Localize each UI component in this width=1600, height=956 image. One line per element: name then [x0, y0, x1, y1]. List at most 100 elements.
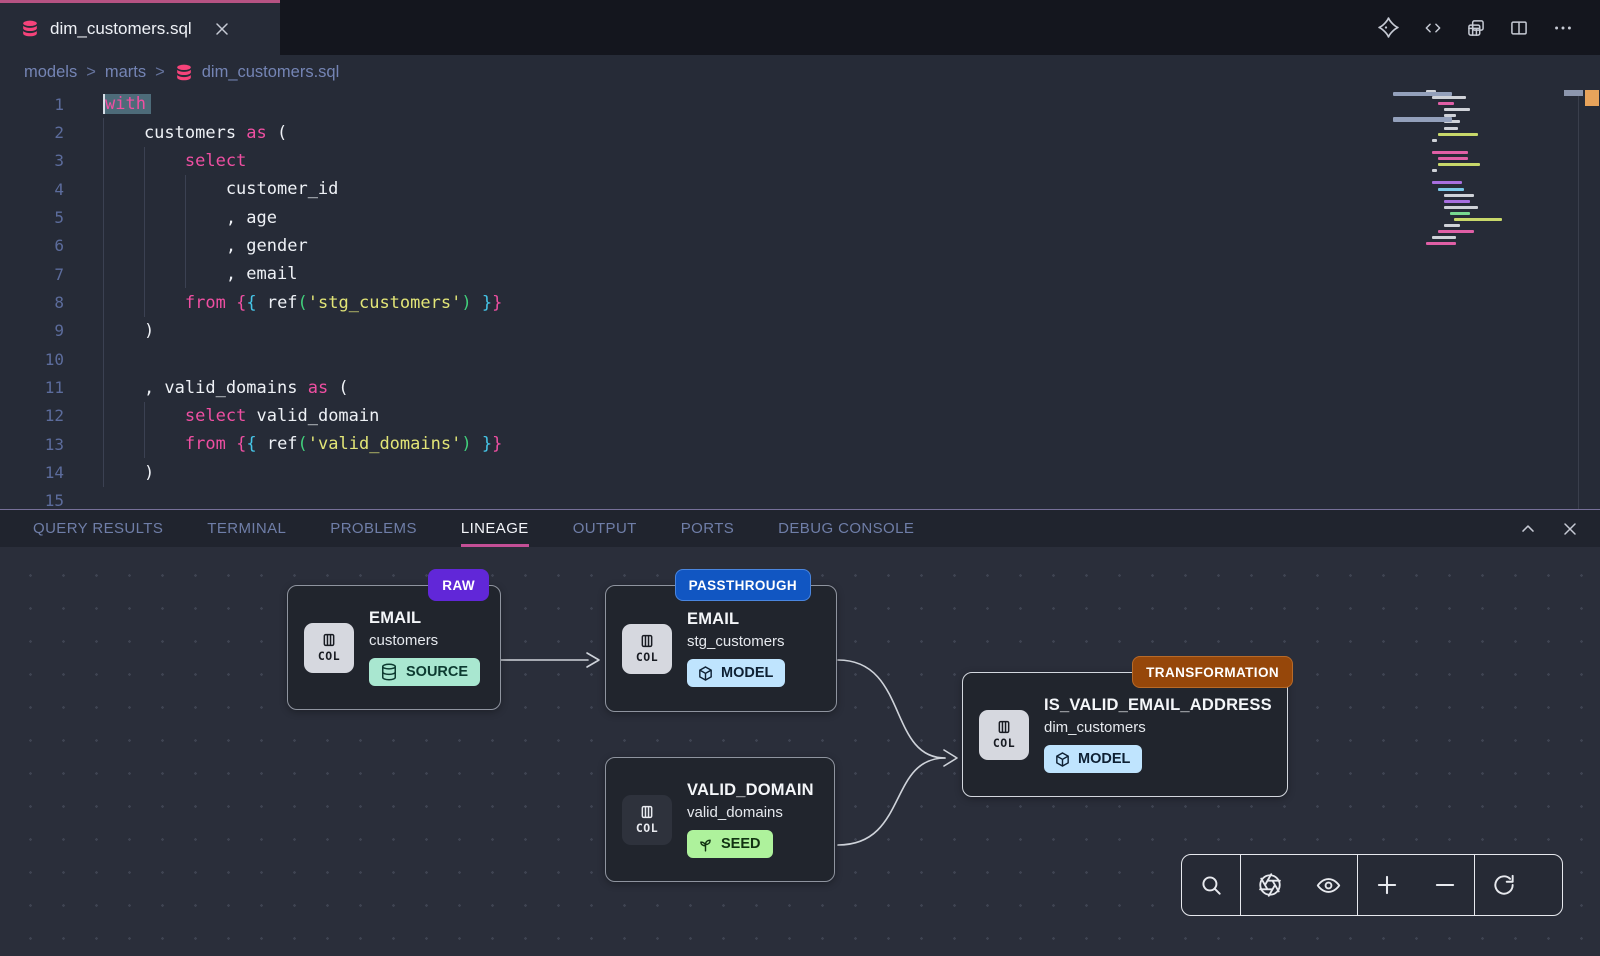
minimap-line	[1426, 242, 1456, 245]
breadcrumb-item-models[interactable]: models	[24, 63, 77, 82]
code-token: }	[492, 293, 502, 313]
code-line-1[interactable]: 1with	[0, 90, 1600, 118]
lineage-node-valid_domains[interactable]: COLVALID_DOMAINvalid_domainsSEED	[605, 757, 835, 882]
lineage-node-stg_customers[interactable]: PASSTHROUGHCOLEMAILstg_customersMODEL	[605, 585, 837, 712]
zoom-out-button[interactable]	[1416, 856, 1474, 915]
indent-guide	[144, 147, 145, 175]
minimap-line	[1444, 224, 1460, 227]
code-line-2[interactable]: 2 customers as (	[0, 118, 1600, 146]
panel-tab-lineage[interactable]: LINEAGE	[461, 510, 529, 547]
search-icon	[1198, 872, 1224, 898]
code-line-8[interactable]: 8 from {{ ref('stg_customers') }}	[0, 288, 1600, 316]
refresh-icon	[1491, 872, 1517, 898]
code-token: (	[267, 123, 287, 143]
code-line-10[interactable]: 10	[0, 345, 1600, 373]
lineage-canvas[interactable]: RAWCOLEMAILcustomersSOURCEPASSTHROUGHCOL…	[0, 547, 1600, 956]
panel-tab-debug-console[interactable]: DEBUG CONSOLE	[778, 510, 914, 547]
panel-tab-ports[interactable]: PORTS	[681, 510, 734, 547]
copy-table-icon[interactable]	[1466, 18, 1486, 38]
panel-tab-query-results[interactable]: QUERY RESULTS	[33, 510, 163, 547]
database-icon	[20, 19, 40, 39]
line-number: 4	[0, 180, 64, 199]
toolbar-group	[1241, 855, 1358, 915]
column-chip: COL	[622, 795, 672, 845]
panel-actions	[1518, 510, 1580, 547]
minimap[interactable]	[1424, 90, 1534, 248]
edge-arrowhead	[587, 653, 599, 667]
breadcrumb-item-dim-customers-sql[interactable]: dim_customers.sql	[174, 63, 340, 83]
lineage-node-dim_customers[interactable]: TRANSFORMATIONCOLIS_VALID_EMAIL_ADDRESSd…	[962, 672, 1288, 797]
line-number: 14	[0, 463, 64, 482]
eye-button[interactable]	[1299, 856, 1357, 915]
aperture-button[interactable]	[1241, 856, 1299, 915]
code-token: select	[185, 406, 246, 426]
panel-tab-problems[interactable]: PROBLEMS	[330, 510, 417, 547]
indent-guide	[103, 147, 104, 175]
code-content: )	[103, 458, 1600, 486]
dbt-logo-icon[interactable]	[1377, 16, 1400, 39]
code-icon[interactable]	[1423, 18, 1443, 38]
node-top-badge: PASSTHROUGH	[675, 569, 811, 601]
code-line-4[interactable]: 4 customer_id	[0, 175, 1600, 203]
bottom-panel-tab-bar: QUERY RESULTS TERMINAL PROBLEMS LINEAGE OUTP…	[0, 510, 1600, 547]
code-line-3[interactable]: 3 select	[0, 147, 1600, 175]
minimap-line	[1438, 102, 1454, 105]
column-chip: COL	[622, 624, 672, 674]
column-chip-label: COL	[318, 649, 340, 663]
node-type-badge-seed: SEED	[687, 830, 773, 858]
code-token: as	[308, 378, 328, 398]
minimap-selection-mark	[1393, 92, 1452, 96]
zoom-in-button[interactable]	[1358, 856, 1416, 915]
panel-tab-output[interactable]: OUTPUT	[573, 510, 637, 547]
code-content: with	[103, 90, 1600, 118]
node-top-badge: TRANSFORMATION	[1132, 656, 1293, 688]
edge-valid-domains-to-dim-customers	[838, 758, 945, 845]
tab-dim-customers[interactable]: dim_customers.sql	[0, 0, 280, 55]
minimap-line	[1432, 236, 1456, 239]
code-line-14[interactable]: 14 )	[0, 458, 1600, 486]
panel-collapse-icon[interactable]	[1518, 519, 1538, 539]
code-line-7[interactable]: 7 , email	[0, 260, 1600, 288]
line-number: 8	[0, 293, 64, 312]
code-line-15[interactable]: 15	[0, 487, 1600, 509]
line-number: 11	[0, 378, 64, 397]
code-token: , age	[103, 208, 277, 228]
code-line-12[interactable]: 12 select valid_domain	[0, 402, 1600, 430]
refresh-button[interactable]	[1475, 856, 1533, 915]
code-token: }	[492, 434, 502, 454]
minimap-line	[1444, 200, 1470, 203]
code-line-11[interactable]: 11 , valid_domains as (	[0, 373, 1600, 401]
code-line-9[interactable]: 9 )	[0, 317, 1600, 345]
split-editor-icon[interactable]	[1509, 18, 1529, 38]
panel-tab-terminal[interactable]: TERMINAL	[207, 510, 286, 547]
panel-close-icon[interactable]	[1560, 519, 1580, 539]
minimap-line	[1438, 157, 1468, 160]
indent-guide	[103, 317, 104, 345]
line-number: 3	[0, 151, 64, 170]
indent-guide	[185, 175, 186, 203]
more-icon[interactable]	[1552, 17, 1574, 39]
indent-guide	[185, 203, 186, 231]
indent-guide	[103, 345, 104, 373]
code-content: customer_id	[103, 175, 1600, 203]
close-tab-icon[interactable]	[212, 19, 232, 39]
code-token: )	[103, 321, 154, 341]
indent-guide	[103, 402, 104, 430]
code-editor[interactable]: 1with2 customers as (3 select4 customer_…	[0, 90, 1600, 509]
search-button[interactable]	[1182, 856, 1240, 915]
indent-guide	[144, 430, 145, 458]
lineage-node-customers[interactable]: RAWCOLEMAILcustomersSOURCE	[287, 585, 501, 710]
indent-guide	[144, 260, 145, 288]
code-token: ref	[257, 434, 298, 454]
code-line-6[interactable]: 6 , gender	[0, 232, 1600, 260]
breadcrumb-item-marts[interactable]: marts	[105, 63, 146, 82]
editor-actions	[1377, 0, 1600, 55]
edge-arrowhead	[944, 750, 957, 766]
scrollbar-track[interactable]	[1578, 90, 1579, 509]
columns-icon	[996, 719, 1012, 735]
code-line-5[interactable]: 5 , age	[0, 203, 1600, 231]
code-line-13[interactable]: 13 from {{ ref('valid_domains') }}	[0, 430, 1600, 458]
breadcrumb-label: models	[24, 63, 77, 82]
code-token: 'valid_domains'	[308, 434, 462, 454]
code-content	[103, 345, 1600, 373]
